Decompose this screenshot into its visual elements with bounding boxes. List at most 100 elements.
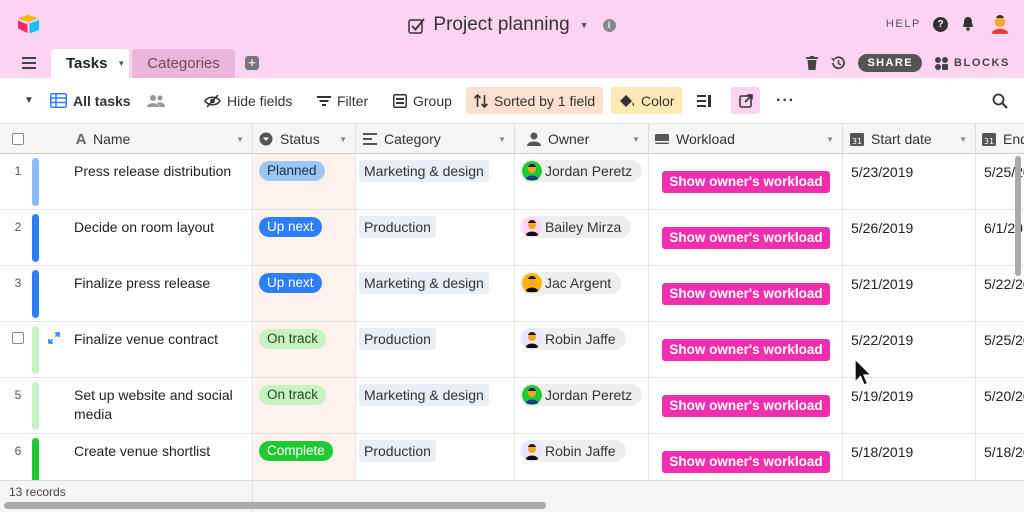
row-height-button[interactable]	[697, 87, 712, 114]
grid-cell[interactable]	[843, 154, 976, 210]
header-start-date[interactable]: 31 Start date ▼	[843, 124, 976, 154]
owner-name: Jordan Peretz	[545, 163, 633, 179]
start-date: 5/23/2019	[851, 164, 914, 180]
chevron-down-icon[interactable]: ▼	[826, 135, 834, 144]
start-date: 5/26/2019	[851, 220, 914, 236]
expand-record-icon[interactable]	[48, 332, 60, 344]
trash-icon[interactable]	[806, 56, 819, 70]
row-checkbox[interactable]	[12, 332, 24, 344]
blocks-button[interactable]: BLOCKS	[934, 56, 1010, 71]
triangle-down-icon: ▼	[24, 95, 34, 106]
chevron-down-icon[interactable]: ▼	[959, 135, 967, 144]
avatar	[522, 217, 542, 237]
tab-categories[interactable]: Categories	[132, 49, 235, 78]
sort-button[interactable]: Sorted by 1 field	[466, 87, 604, 114]
row-number: 1	[14, 164, 22, 178]
start-date: 5/18/2019	[851, 444, 914, 460]
table-row[interactable]: 2 Decide on room layout Up next Production B…	[0, 210, 1024, 266]
color-button[interactable]: Color	[611, 87, 683, 114]
hide-fields-label: Hide fields	[227, 92, 293, 109]
chevron-down-icon[interactable]: ▼	[632, 135, 640, 144]
show-workload-button[interactable]: Show owner's workload	[662, 227, 830, 249]
column-label: Start date	[871, 131, 932, 147]
header-status[interactable]: Status ▼	[253, 124, 356, 154]
group-label: Group	[413, 92, 452, 109]
button-field-icon	[655, 132, 669, 146]
owner-chip[interactable]: Jordan Peretz	[520, 384, 643, 406]
filter-button[interactable]: Filter	[317, 87, 368, 114]
table-row[interactable]: 1 Press release distribution Planned Market…	[0, 154, 1024, 210]
toggle-sidebar-button[interactable]: ▼	[24, 87, 34, 114]
header-owner[interactable]: Owner ▼	[515, 124, 649, 154]
category-chip[interactable]: Production	[359, 216, 436, 238]
owner-chip[interactable]: Bailey Mirza	[520, 216, 632, 238]
owner-chip[interactable]: Jordan Peretz	[520, 160, 643, 182]
text-field-icon: A	[75, 130, 87, 148]
row-height-icon	[697, 94, 711, 107]
menu-icon[interactable]	[22, 57, 36, 69]
category-chip[interactable]: Marketing & design	[359, 272, 489, 294]
grid-cell[interactable]	[976, 378, 1024, 434]
chevron-down-icon[interactable]: ▼	[339, 135, 347, 144]
help-link[interactable]: HELP	[886, 18, 921, 30]
horizontal-scrollbar[interactable]	[4, 502, 546, 509]
chevron-down-icon[interactable]: ▼	[236, 135, 244, 144]
info-icon[interactable]: i	[602, 18, 616, 32]
table-row[interactable]: 6 Create venue shortlist Complete Productio…	[0, 434, 1024, 480]
category-chip[interactable]: Production	[359, 328, 436, 350]
add-table-icon[interactable]: +	[245, 56, 259, 70]
header-category[interactable]: Category ▼	[356, 124, 515, 154]
owner-chip[interactable]: Robin Jaffe	[520, 440, 626, 462]
share-view-button[interactable]	[731, 87, 760, 114]
linked-record-icon	[363, 132, 377, 146]
vertical-scrollbar[interactable]	[1015, 156, 1021, 276]
sort-label: Sorted by 1 field	[494, 92, 596, 109]
select-all-checkbox[interactable]	[12, 133, 24, 145]
filter-icon	[317, 95, 331, 106]
category-chip[interactable]: Marketing & design	[359, 160, 489, 182]
chevron-down-icon[interactable]: ▼	[117, 59, 125, 68]
more-options-button[interactable]: ···	[776, 87, 795, 114]
show-workload-button[interactable]: Show owner's workload	[662, 451, 830, 473]
grid-cell[interactable]	[843, 266, 976, 322]
history-icon[interactable]	[830, 55, 846, 71]
task-name: Press release distribution	[74, 163, 232, 179]
owner-chip[interactable]: Jac Argent	[520, 272, 622, 294]
calendar-icon: 31	[982, 132, 996, 146]
table-row[interactable]: 3 Finalize press release Up next Marketing …	[0, 266, 1024, 322]
header-end-date[interactable]: 31 End	[976, 124, 1024, 154]
header-workload[interactable]: Workload ▼	[649, 124, 843, 154]
show-workload-button[interactable]: Show owner's workload	[662, 283, 830, 305]
end-date: 5/20/2019	[984, 388, 1024, 404]
task-name: Decide on room layout	[74, 219, 215, 235]
grid-cell[interactable]	[976, 322, 1024, 378]
mouse-cursor-icon	[854, 358, 873, 386]
show-workload-button[interactable]: Show owner's workload	[662, 171, 830, 193]
grid-cell[interactable]	[843, 210, 976, 266]
search-button[interactable]	[992, 87, 1008, 114]
svg-text:31: 31	[984, 137, 994, 146]
record-color-bar	[32, 158, 39, 206]
column-label: Category	[384, 131, 441, 147]
chevron-down-icon[interactable]: ▼	[498, 135, 506, 144]
row-number: 5	[14, 388, 22, 402]
category-chip[interactable]: Marketing & design	[359, 384, 489, 406]
help-icon[interactable]: ?	[933, 16, 948, 32]
show-workload-button[interactable]: Show owner's workload	[662, 339, 830, 361]
status-badge: On track	[259, 329, 327, 349]
hide-fields-button[interactable]: Hide fields	[204, 87, 292, 114]
collaborators-button[interactable]	[147, 87, 165, 114]
bell-icon[interactable]	[960, 16, 976, 32]
show-workload-button[interactable]: Show owner's workload	[662, 395, 830, 417]
header-name[interactable]: A Name ▼	[0, 124, 253, 154]
base-title[interactable]: Project planning ▼ i	[0, 12, 1024, 38]
category-chip[interactable]: Production	[359, 440, 436, 462]
share-button[interactable]: SHARE	[858, 54, 922, 72]
user-avatar[interactable]	[988, 12, 1012, 36]
tab-tasks[interactable]: Tasks ▼	[51, 49, 129, 78]
chevron-down-icon[interactable]: ▼	[580, 20, 589, 30]
group-button[interactable]: Group	[393, 87, 452, 114]
view-switcher[interactable]: All tasks	[50, 87, 131, 114]
owner-chip[interactable]: Robin Jaffe	[520, 328, 626, 350]
column-label: Owner	[548, 131, 590, 147]
